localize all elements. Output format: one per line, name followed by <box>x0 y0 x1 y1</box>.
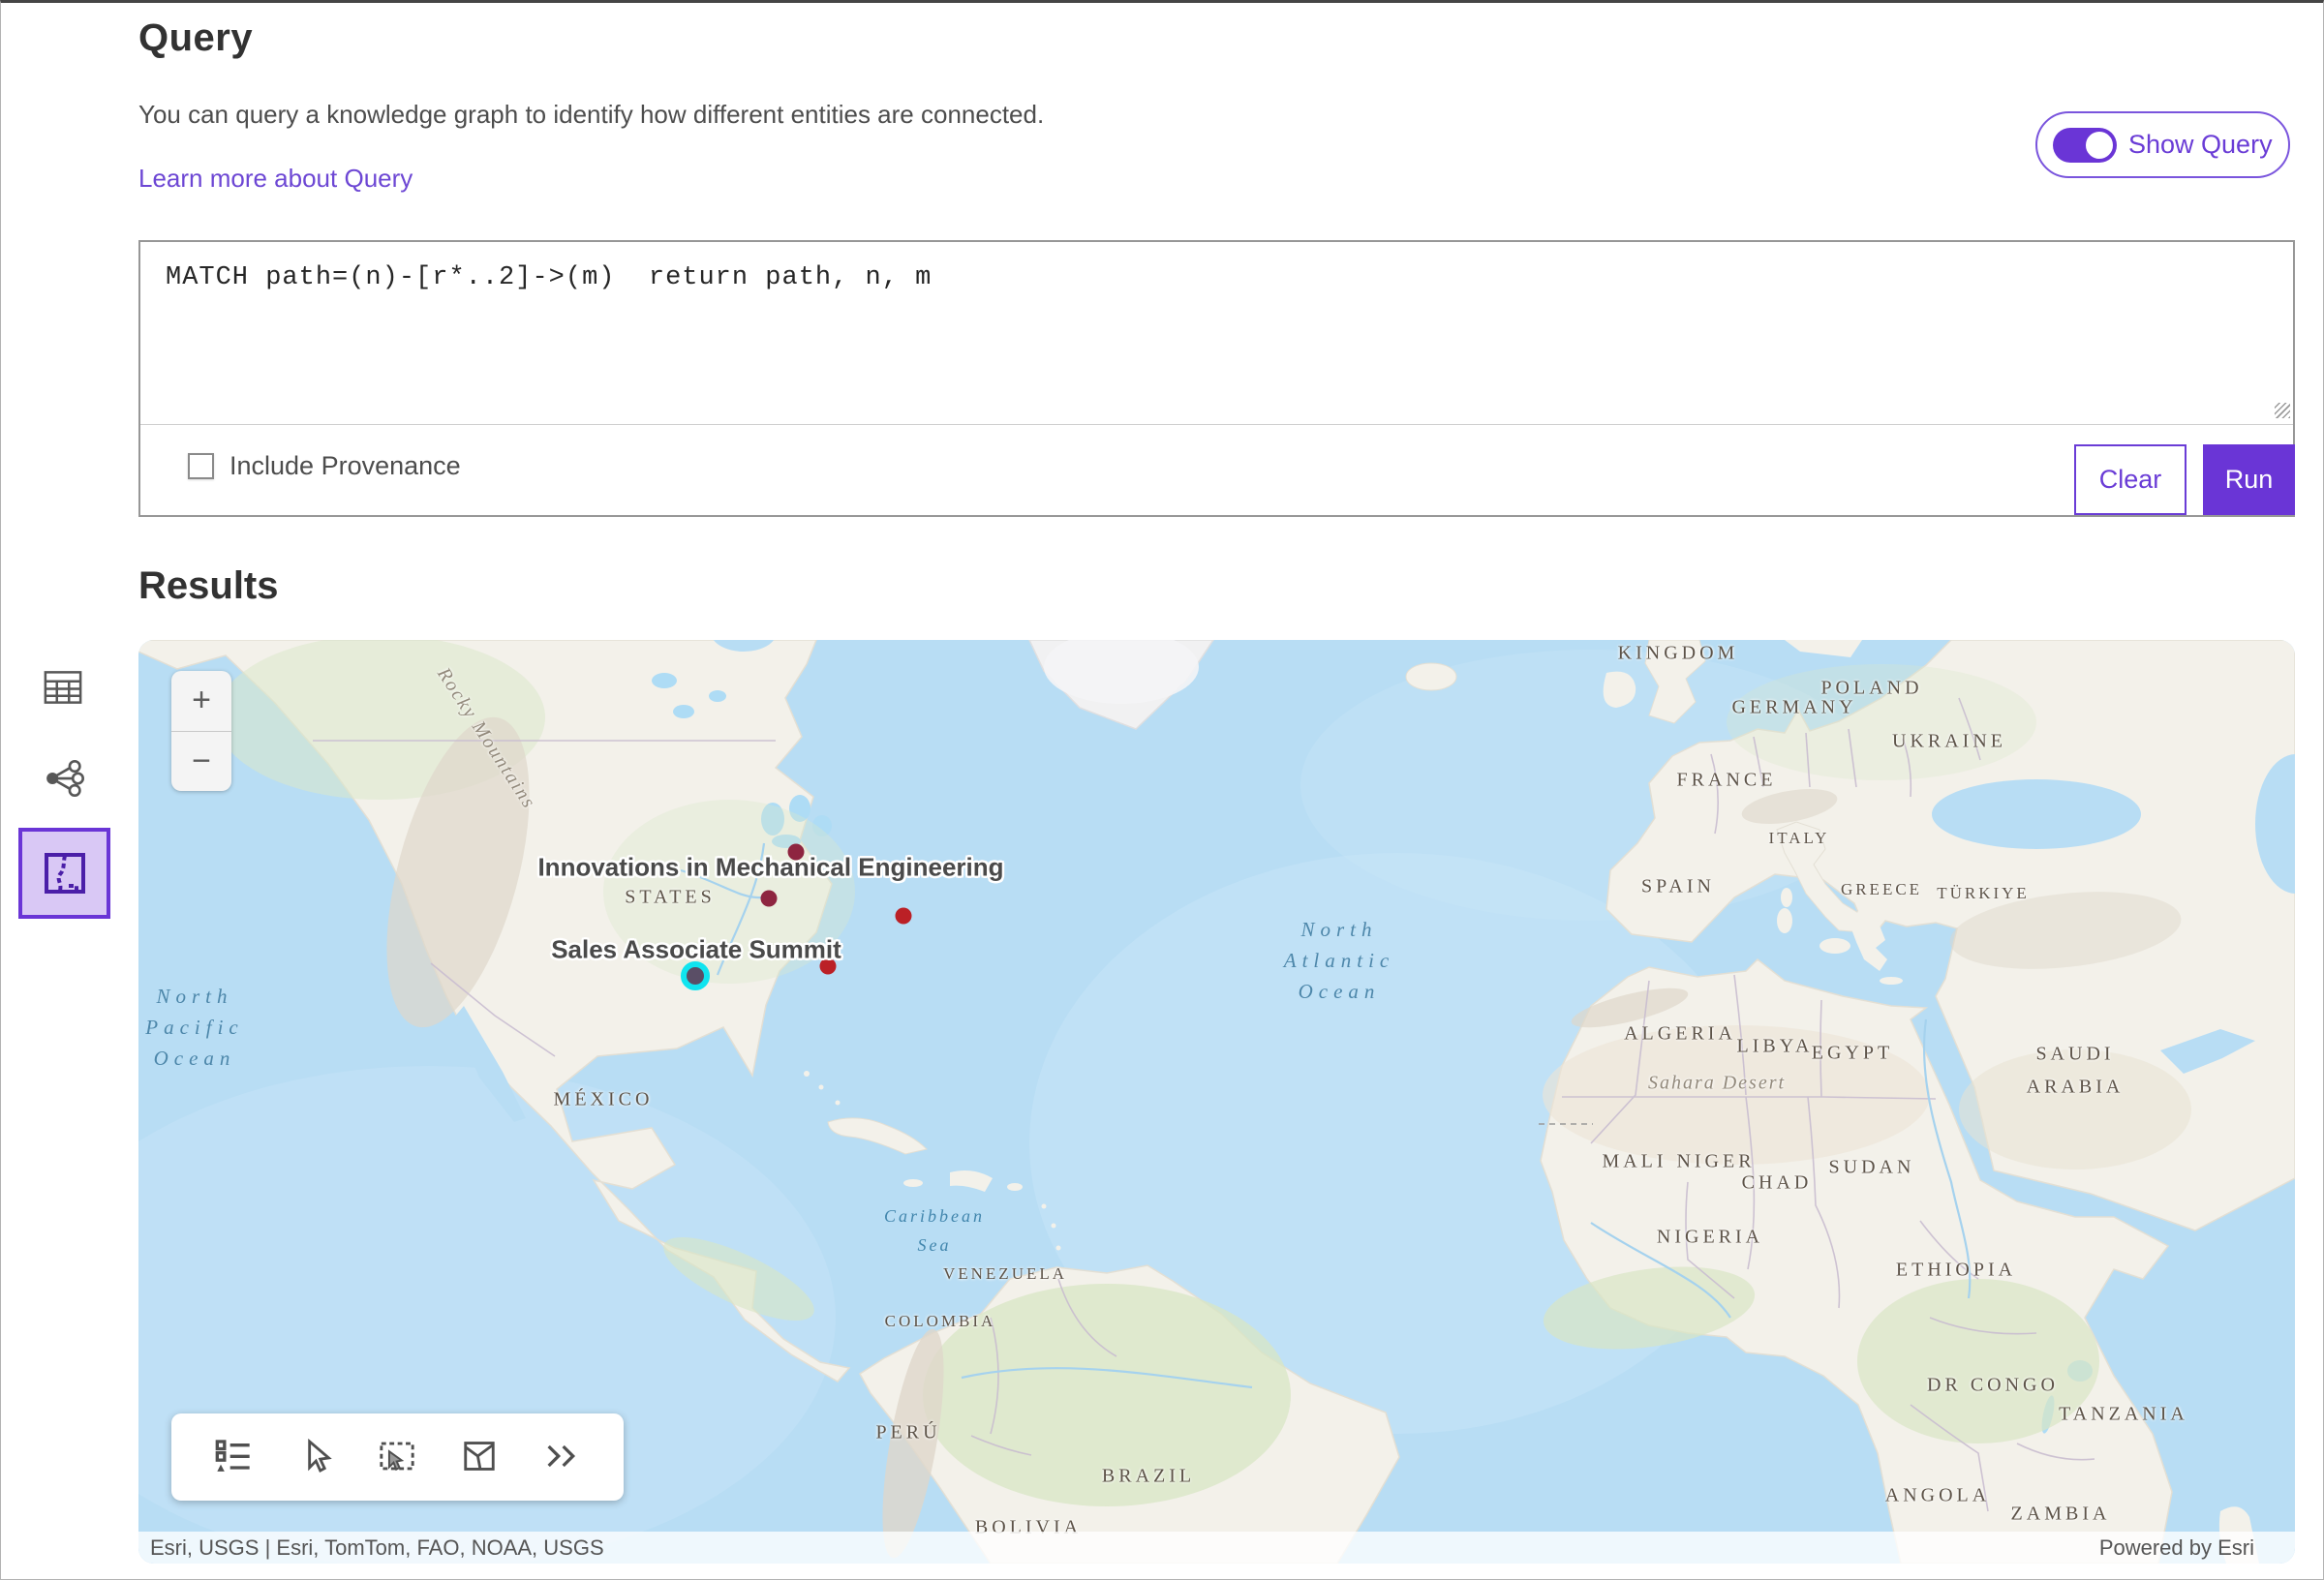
sidebar-item-table-view[interactable] <box>44 669 82 706</box>
map-label-saudi: SAUDI <box>2035 1044 2114 1066</box>
rectangle-select-icon <box>377 1437 417 1475</box>
link-chart-icon <box>44 759 84 798</box>
map-label-italy: ITALY <box>1769 829 1830 848</box>
learn-more-link[interactable]: Learn more about Query <box>138 164 413 194</box>
map-label-spain: SPAIN <box>1641 876 1715 898</box>
show-query-toggle[interactable]: Show Query <box>2035 111 2290 178</box>
map-label-nigeria: NIGERIA <box>1657 1227 1763 1249</box>
map-label-dr-congo: DR CONGO <box>1927 1375 2059 1397</box>
results-title: Results <box>138 564 279 608</box>
cursor-select-icon <box>297 1438 334 1474</box>
map-label-ethiopia: ETHIOPIA <box>1896 1260 2016 1282</box>
map-label-tanzania: TANZANIA <box>2059 1404 2188 1426</box>
map-attribution: Esri, USGS | Esri, TomTom, FAO, NOAA, US… <box>138 1532 2295 1564</box>
map-label-chad: CHAD <box>1742 1172 1813 1195</box>
sidebar-item-graph-view[interactable] <box>44 759 84 798</box>
map-label-niger: NIGER <box>1676 1151 1755 1173</box>
page-title: Query <box>138 16 253 60</box>
query-panel-footer: Include Provenance Clear Run <box>140 424 2293 515</box>
map-label-sudan: SUDAN <box>1829 1157 1915 1179</box>
rectangle-select-button[interactable] <box>376 1436 418 1478</box>
include-provenance-checkbox[interactable] <box>188 453 214 479</box>
zoom-control: + − <box>171 671 231 791</box>
map-label-brazil: BRAZIL <box>1102 1466 1195 1488</box>
show-query-label: Show Query <box>2128 130 2273 160</box>
ocean-label-caribbean-sea: CaribbeanSea <box>884 1201 985 1260</box>
cursor-select-button[interactable] <box>294 1436 337 1478</box>
toggle-knob <box>2084 130 2115 161</box>
event-label-sales-associate-summit[interactable]: Sales Associate Summit <box>551 935 841 965</box>
map-label-libya: LIBYA <box>1737 1036 1814 1058</box>
map-label-t-rkiye: TÜRKIYE <box>1937 884 2030 903</box>
map-label-colombia: COLOMBIA <box>885 1312 996 1331</box>
map-icon <box>42 850 88 896</box>
map-label-algeria: ALGERIA <box>1624 1023 1736 1046</box>
legend-list-button[interactable] <box>212 1436 255 1478</box>
textarea-resize-handle[interactable] <box>2275 403 2290 418</box>
map-label-sahara-desert: Sahara Desert <box>1648 1073 1786 1095</box>
results-map[interactable]: KINGDOMPOLANDGERMANYUKRAINEFRANCEITALYSP… <box>138 640 2295 1564</box>
include-provenance-checkbox-row[interactable]: Include Provenance <box>188 451 461 481</box>
sidebar-item-map-view-selected[interactable] <box>18 828 110 919</box>
map-label-venezuela: VENEZUELA <box>943 1264 1067 1284</box>
map-label-rocky-mountains: Rocky Mountains <box>432 664 540 814</box>
map-label-greece: GREECE <box>1841 880 1922 899</box>
map-label-mali: MALI <box>1602 1151 1667 1173</box>
event-label-innovations-in-mechanical-engineering[interactable]: Innovations in Mechanical Engineering <box>537 853 1003 883</box>
ocean-label-north-pacific-ocean: NorthPacificOcean <box>145 981 243 1074</box>
polygon-select-button[interactable] <box>458 1436 501 1478</box>
polygon-select-icon <box>461 1438 498 1474</box>
map-label-m-xico: MÉXICO <box>554 1089 654 1111</box>
map-label-states: STATES <box>625 887 716 909</box>
page-description: You can query a knowledge graph to ident… <box>138 100 1044 130</box>
expand-tools-button[interactable] <box>540 1436 583 1478</box>
map-label-zambia: ZAMBIA <box>2011 1504 2111 1526</box>
clear-button[interactable]: Clear <box>2074 444 2186 515</box>
query-panel: MATCH path=(n)-[r*..2]->(m) return path,… <box>138 240 2295 517</box>
query-input[interactable]: MATCH path=(n)-[r*..2]->(m) return path,… <box>166 263 2264 292</box>
map-label-kingdom: KINGDOM <box>1618 643 1739 665</box>
map-label-per: PERÚ <box>875 1422 940 1444</box>
map-label-germany: GERMANY <box>1731 697 1856 719</box>
expand-tools-icon <box>542 1440 581 1473</box>
table-icon <box>44 669 82 706</box>
result-point-cyan-4[interactable] <box>681 961 710 990</box>
ocean-label-north-atlantic-ocean: NorthAtlanticOcean <box>1284 914 1395 1007</box>
result-point-maroon-1[interactable] <box>761 891 778 907</box>
run-button[interactable]: Run <box>2203 444 2295 515</box>
zoom-in-button[interactable]: + <box>171 671 231 732</box>
attribution-sources: Esri, USGS | Esri, TomTom, FAO, NOAA, US… <box>150 1535 604 1561</box>
result-point-red-2[interactable] <box>896 908 912 925</box>
map-label-angola: ANGOLA <box>1885 1485 1990 1507</box>
map-label-egypt: EGYPT <box>1812 1043 1893 1065</box>
query-page: Query You can query a knowledge graph to… <box>0 0 2324 1580</box>
toggle-track[interactable] <box>2053 128 2117 163</box>
include-provenance-label: Include Provenance <box>229 451 461 481</box>
legend-list-icon <box>214 1437 253 1475</box>
map-label-arabia: ARABIA <box>2027 1077 2125 1099</box>
attribution-powered-by: Powered by Esri <box>2099 1535 2254 1561</box>
map-label-france: FRANCE <box>1677 770 1777 792</box>
map-toolbar <box>171 1413 624 1501</box>
zoom-out-button[interactable]: − <box>171 732 231 792</box>
map-label-ukraine: UKRAINE <box>1892 731 2006 753</box>
